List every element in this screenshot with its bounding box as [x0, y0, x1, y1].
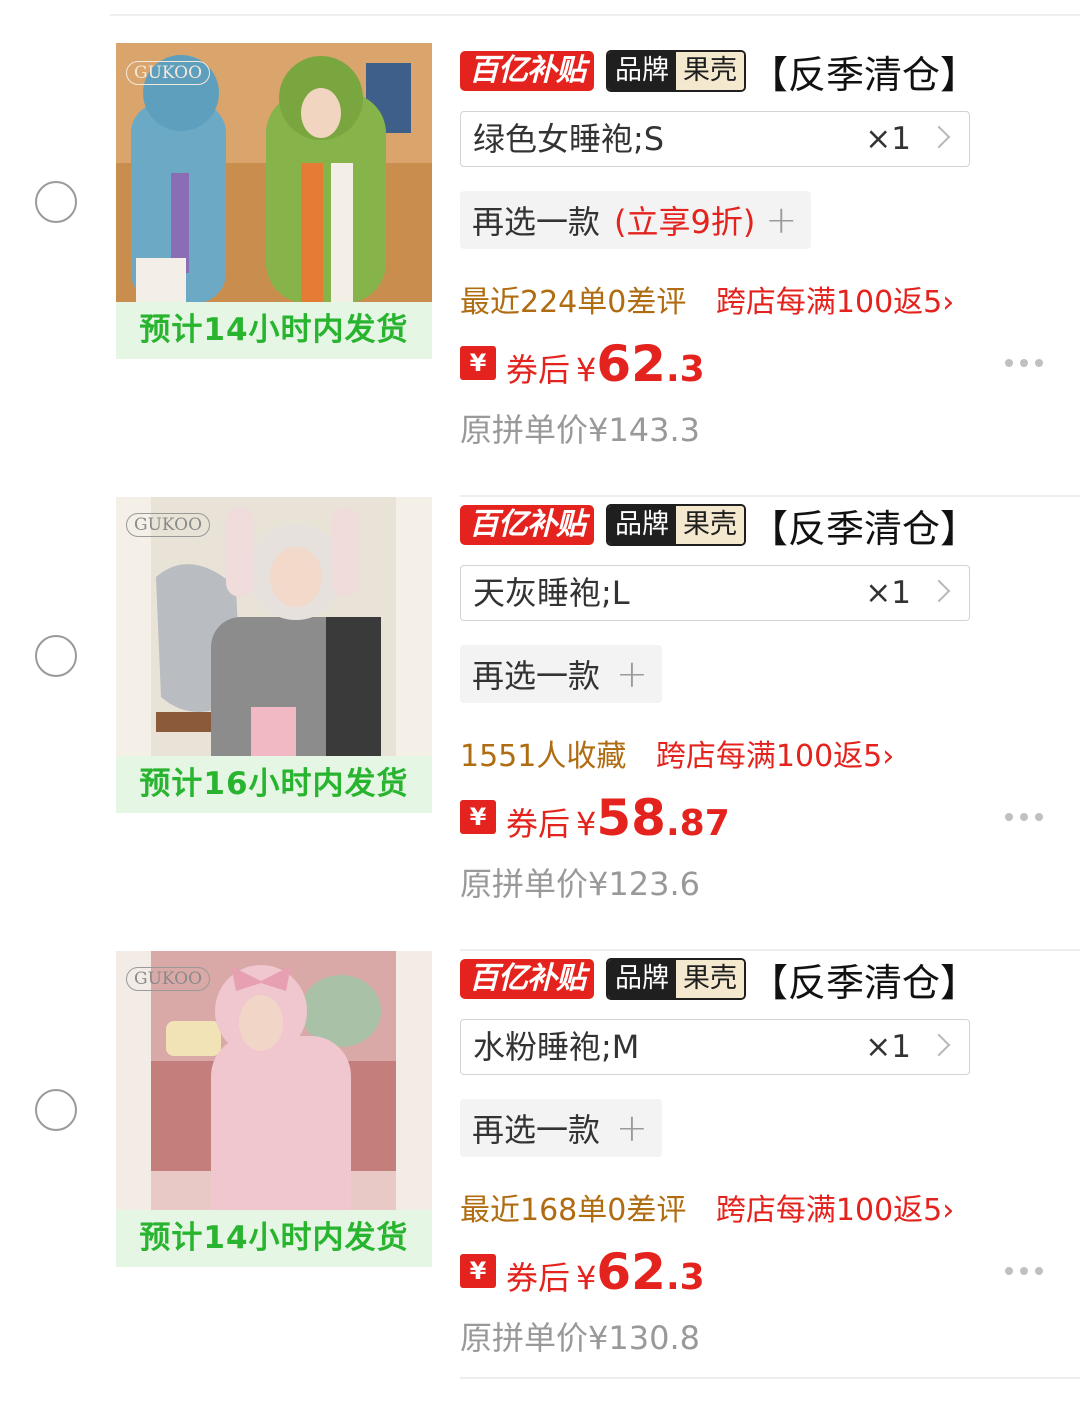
reselect-discount: (立享9折) [614, 203, 756, 241]
coupon-yen-icon: ¥ [460, 1254, 496, 1288]
product-title: 【反季清仓】 [750, 506, 979, 551]
reselect-button[interactable]: 再选一款 + [460, 1099, 662, 1157]
price-decimal: .87 [665, 803, 730, 844]
price-label: 券后 [506, 805, 571, 843]
subsidy-badge: 百亿补贴 [460, 959, 594, 999]
select-radio[interactable] [35, 181, 77, 223]
price-label: 券后 [506, 1259, 571, 1297]
chevron-right-icon [927, 125, 951, 149]
reselect-label: 再选一款 [472, 1111, 601, 1149]
more-icon[interactable] [1005, 359, 1043, 367]
sku-name: 天灰睡袍;L [473, 574, 630, 612]
coupon-yen-icon: ¥ [460, 800, 496, 834]
plus-icon: + [765, 198, 798, 242]
product-title: 【反季清仓】 [750, 52, 979, 97]
price-integer: 62 [596, 335, 666, 393]
chevron-right-icon [927, 1033, 951, 1057]
brand-logo: GUKOO [126, 61, 211, 85]
sales-stat: 最近224单0差评 [460, 285, 687, 320]
original-price: 原拼单价¥130.8 [460, 1319, 700, 1357]
promo-link[interactable]: 跨店每满100返5› [716, 285, 954, 320]
brand-badge-label: 品牌 [608, 506, 676, 544]
promo-link[interactable]: 跨店每满100返5› [656, 739, 894, 774]
top-divider [110, 14, 1080, 16]
sku-name: 水粉睡袍;M [473, 1028, 640, 1066]
original-price: 原拼单价¥123.6 [460, 865, 700, 903]
price-currency: ¥ [576, 805, 597, 843]
subsidy-badge: 百亿补贴 [460, 51, 594, 91]
sku-name: 绿色女睡袍;S [473, 120, 665, 158]
brand-badge-label: 品牌 [608, 960, 676, 998]
stats-row: 最近224单0差评 跨店每满100返5› [460, 277, 954, 321]
more-icon[interactable] [1005, 813, 1043, 821]
brand-badge-name: 果壳 [676, 52, 744, 90]
shipping-estimate: 预计14小时内发货 [116, 1210, 432, 1267]
brand-badge-name: 果壳 [676, 960, 744, 998]
coupon-yen-icon: ¥ [460, 346, 496, 380]
brand-badge: 品牌 果壳 [606, 50, 746, 92]
stats-row: 1551人收藏 跨店每满100返5› [460, 731, 894, 775]
sku-quantity: ×1 [865, 575, 911, 611]
cart-item: GUKOO 预计14小时内发货 百亿补贴 品牌 果壳 【反季清仓】 绿色女睡袍;… [0, 43, 1080, 497]
brand-logo: GUKOO [126, 513, 211, 537]
sku-selector[interactable]: 水粉睡袍;M ×1 [460, 1019, 970, 1075]
brand-badge: 品牌 果壳 [606, 504, 746, 546]
original-price: 原拼单价¥143.3 [460, 411, 700, 449]
select-radio[interactable] [35, 1089, 77, 1131]
sku-selector[interactable]: 绿色女睡袍;S ×1 [460, 111, 970, 167]
reselect-label: 再选一款 [472, 657, 601, 695]
price-label: 券后 [506, 351, 571, 389]
product-title: 【反季清仓】 [750, 960, 979, 1005]
price-currency: ¥ [576, 1259, 597, 1297]
subsidy-badge: 百亿补贴 [460, 505, 594, 545]
promo-link[interactable]: 跨店每满100返5› [716, 1193, 954, 1228]
sku-selector[interactable]: 天灰睡袍;L ×1 [460, 565, 970, 621]
price-integer: 58 [596, 789, 666, 847]
price-currency: ¥ [576, 351, 597, 389]
brand-badge: 品牌 果壳 [606, 958, 746, 1000]
favorites-stat: 1551人收藏 [460, 739, 627, 774]
brand-badge-name: 果壳 [676, 506, 744, 544]
plus-icon: + [616, 652, 648, 696]
price-decimal: .3 [665, 349, 705, 390]
price-row: ¥ 券后 ¥ 62 .3 [460, 1243, 705, 1301]
price-decimal: .3 [665, 1257, 705, 1298]
reselect-button[interactable]: 再选一款 + [460, 645, 662, 703]
reselect-button[interactable]: 再选一款 (立享9折) + [460, 191, 812, 249]
price-integer: 62 [596, 1243, 666, 1301]
cart-item: GUKOO 预计16小时内发货 百亿补贴 品牌 果壳 【反季清仓】 天灰睡袍;L… [0, 497, 1080, 951]
sku-quantity: ×1 [865, 121, 911, 157]
select-radio[interactable] [35, 635, 77, 677]
item-divider [460, 1377, 1080, 1379]
product-title-row[interactable]: 百亿补贴 品牌 果壳 【反季清仓】 [460, 503, 978, 551]
product-title-row[interactable]: 百亿补贴 品牌 果壳 【反季清仓】 [460, 957, 978, 1005]
brand-logo: GUKOO [126, 967, 211, 991]
sku-quantity: ×1 [865, 1029, 911, 1065]
price-row: ¥ 券后 ¥ 62 .3 [460, 335, 705, 393]
shipping-estimate: 预计16小时内发货 [116, 756, 432, 813]
cart-item: GUKOO 预计14小时内发货 百亿补贴 品牌 果壳 【反季清仓】 水粉睡袍;M… [0, 951, 1080, 1405]
shipping-estimate: 预计14小时内发货 [116, 302, 432, 359]
chevron-right-icon [927, 579, 951, 603]
price-row: ¥ 券后 ¥ 58 .87 [460, 789, 730, 847]
plus-icon: + [616, 1106, 648, 1150]
sales-stat: 最近168单0差评 [460, 1193, 687, 1228]
product-title-row[interactable]: 百亿补贴 品牌 果壳 【反季清仓】 [460, 49, 978, 97]
reselect-label: 再选一款 [472, 203, 601, 241]
brand-badge-label: 品牌 [608, 52, 676, 90]
more-icon[interactable] [1005, 1267, 1043, 1275]
stats-row: 最近168单0差评 跨店每满100返5› [460, 1185, 954, 1229]
